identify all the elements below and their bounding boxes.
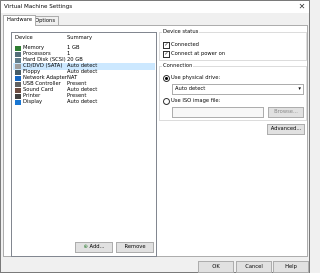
physical-drive-select[interactable]: Auto detect ▾ xyxy=(172,84,304,95)
iso-image-radio[interactable] xyxy=(163,98,170,105)
device-name: Display xyxy=(23,99,43,105)
display-icon xyxy=(15,100,21,105)
physical-drive-radio[interactable] xyxy=(163,75,170,82)
close-icon[interactable]: ✕ xyxy=(297,2,307,12)
connected-label[interactable]: Connected xyxy=(171,42,199,48)
add-device-button[interactable]: ⊕ Add... xyxy=(75,242,113,253)
device-status-group: Device status ✓ Connected ✓ Connect at p… xyxy=(159,29,307,61)
ok-button[interactable]: OK xyxy=(198,261,234,273)
device-status-title: Device status xyxy=(162,29,200,35)
device-column-header[interactable]: Device xyxy=(15,35,33,41)
virtual-machine-settings-window: Virtual Machine Settings ✕ Hardware Opti… xyxy=(0,0,310,273)
device-list[interactable]: Device Summary Memory 1 GB Processors 1 Hard… xyxy=(11,32,157,257)
physical-drive-value: Auto detect xyxy=(175,86,206,92)
iso-image-label[interactable]: Use ISO image file: xyxy=(171,98,220,104)
advanced-button[interactable]: Advanced... xyxy=(267,124,305,135)
connect-at-power-on-checkbox[interactable]: ✓ xyxy=(163,51,170,58)
title-bar: Virtual Machine Settings ✕ xyxy=(1,1,309,13)
connection-group: Connection Use physical drive: Auto dete… xyxy=(159,63,307,121)
browse-button[interactable]: Browse... xyxy=(268,107,304,118)
remove-device-button[interactable]: Remove xyxy=(116,242,154,253)
add-icon: ⊕ xyxy=(83,244,88,250)
window-title: Virtual Machine Settings xyxy=(4,4,73,10)
physical-drive-label[interactable]: Use physical drive: xyxy=(171,75,220,81)
add-button-label: Add... xyxy=(89,244,105,250)
chevron-down-icon: ▾ xyxy=(298,86,301,92)
device-row[interactable]: Display Auto detect xyxy=(13,99,155,106)
device-summary: Auto detect xyxy=(67,99,98,105)
iso-image-path-input[interactable] xyxy=(172,107,264,118)
connection-title: Connection xyxy=(162,63,194,69)
help-button[interactable]: Help xyxy=(273,261,309,273)
tab-hardware[interactable]: Hardware xyxy=(3,15,37,26)
cancel-button[interactable]: Cancel xyxy=(236,261,272,273)
summary-column-header[interactable]: Summary xyxy=(67,35,92,41)
hardware-panel: Device Summary Memory 1 GB Processors 1 Hard… xyxy=(3,25,308,257)
connect-at-power-on-label[interactable]: Connect at power on xyxy=(171,51,225,57)
connected-checkbox[interactable]: ✓ xyxy=(163,42,170,49)
